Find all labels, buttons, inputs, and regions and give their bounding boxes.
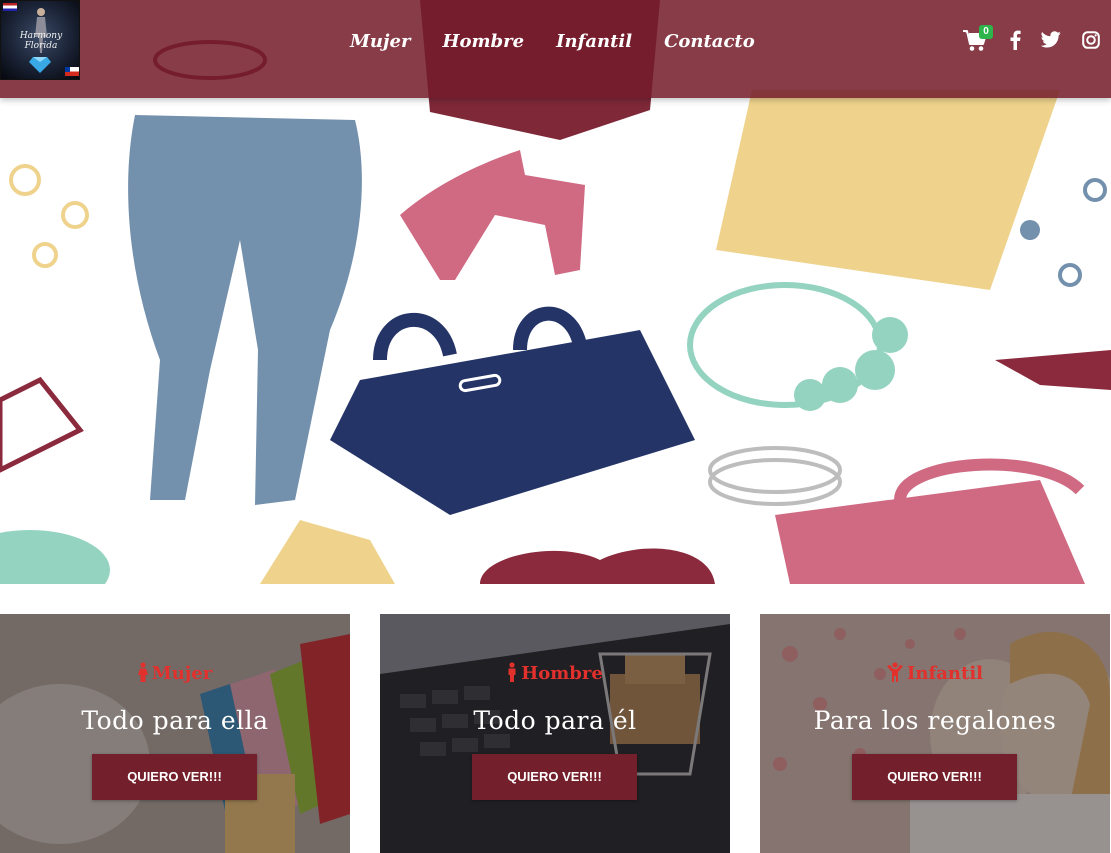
category-card-infantil[interactable]: Infantil Para los regalones QUIERO VER!!… xyxy=(760,614,1110,853)
quiero-ver-button[interactable]: QUIERO VER!!! xyxy=(472,754,637,800)
instagram-icon xyxy=(1082,31,1100,49)
card-title: Para los regalones xyxy=(813,706,1057,735)
female-icon xyxy=(137,662,148,682)
facebook-link[interactable] xyxy=(1009,30,1021,55)
quiero-ver-button[interactable]: QUIERO VER!!! xyxy=(852,754,1017,800)
diamond-icon xyxy=(29,57,51,73)
card-tag-label: Infantil xyxy=(907,663,983,684)
cart-button[interactable]: 0 xyxy=(962,25,993,57)
nav-link-contacto[interactable]: Contacto xyxy=(664,28,755,56)
twitter-link[interactable] xyxy=(1040,31,1061,53)
category-card-hombre[interactable]: Hombre Todo para él QUIERO VER!!! xyxy=(380,614,730,853)
page: Harmony Florida Mujer Hombre Infantil Co… xyxy=(0,0,1111,853)
card-title: Todo para ella xyxy=(81,706,269,735)
category-cards: Mujer Todo para ella QUIERO VER!!! Hombr… xyxy=(0,614,1111,853)
main-nav: Mujer Hombre Infantil Contacto xyxy=(350,28,787,56)
nav-link-mujer[interactable]: Mujer xyxy=(350,28,410,56)
nav-link-hombre[interactable]: Hombre xyxy=(442,28,524,56)
facebook-icon xyxy=(1010,30,1021,50)
brand-logo[interactable]: Harmony Florida xyxy=(0,0,80,80)
nav-link-infantil[interactable]: Infantil xyxy=(556,28,632,56)
logo-text: Harmony Florida xyxy=(19,31,63,51)
instagram-link[interactable] xyxy=(1082,31,1100,54)
usa-flag-icon xyxy=(3,3,17,11)
card-tag: Hombre xyxy=(380,662,730,684)
twitter-icon xyxy=(1040,31,1061,48)
chile-flag-icon xyxy=(65,67,79,76)
card-tag-label: Hombre xyxy=(521,663,603,684)
cart-count-badge: 0 xyxy=(979,25,993,39)
quiero-ver-button[interactable]: QUIERO VER!!! xyxy=(92,754,257,800)
card-tag-label: Mujer xyxy=(151,663,213,684)
male-icon xyxy=(508,662,516,682)
card-title: Todo para él xyxy=(473,706,637,735)
child-icon xyxy=(887,662,903,682)
card-tag: Infantil xyxy=(760,662,1110,684)
category-card-mujer[interactable]: Mujer Todo para ella QUIERO VER!!! xyxy=(0,614,350,853)
card-tag: Mujer xyxy=(0,662,350,684)
top-navbar: Harmony Florida Mujer Hombre Infantil Co… xyxy=(0,0,1111,98)
